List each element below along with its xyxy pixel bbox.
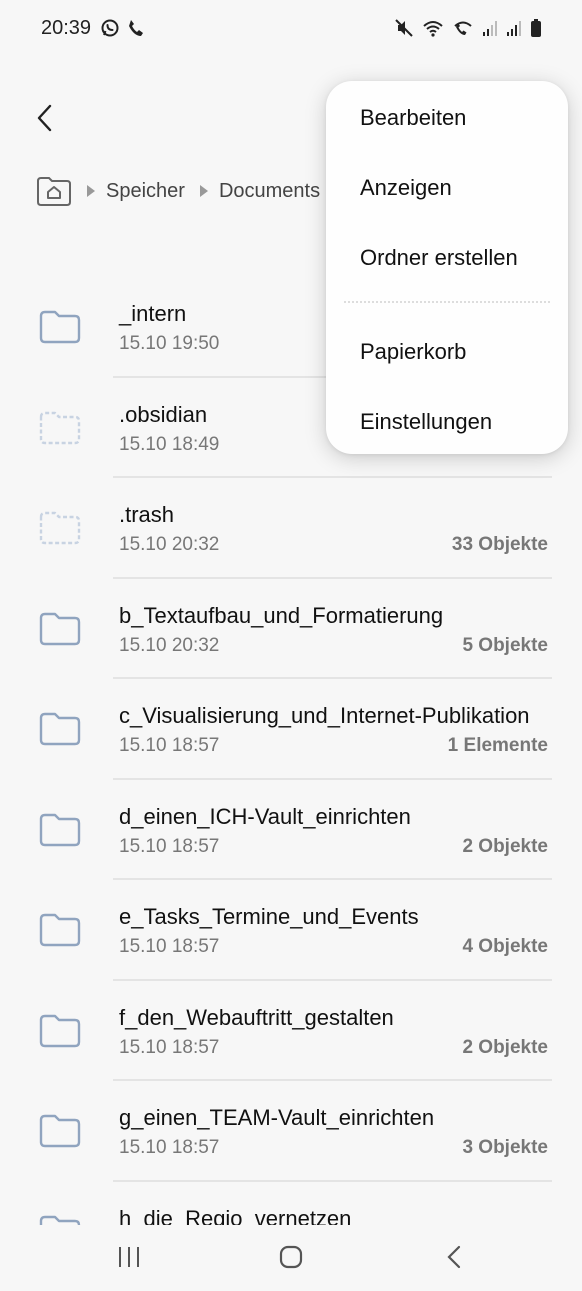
breadcrumb-item-documents[interactable]: Documents — [219, 180, 320, 203]
file-date: 15.10 18:57 — [119, 1036, 220, 1058]
menu-divider — [344, 301, 550, 303]
file-count: 1 Elemente — [447, 735, 548, 756]
signal-icon — [483, 21, 497, 36]
status-bar: 20:39 — [0, 0, 582, 60]
hidden-folder-icon — [39, 411, 81, 444]
file-name: b_Textaufbau_und_Formatierung — [119, 602, 444, 628]
status-icons — [394, 18, 542, 38]
file-name: .obsidian — [119, 401, 208, 427]
status-app-icons — [100, 18, 146, 38]
chevron-left-icon — [37, 104, 52, 132]
breadcrumb-arrow-icon — [87, 185, 95, 197]
folder-icon — [39, 612, 81, 645]
phone-icon — [129, 20, 143, 36]
file-name: g_einen_TEAM-Vault_einrichten — [119, 1105, 435, 1130]
file-name: c_Visualisierung_und_Internet-Publikatio… — [119, 703, 530, 728]
recents-icon[interactable] — [117, 1245, 141, 1269]
menu-item-anzeigen[interactable]: Anzeigen — [360, 175, 452, 201]
file-name: e_Tasks_Termine_und_Events — [119, 904, 419, 929]
home-storage-icon[interactable] — [36, 175, 72, 207]
hidden-folder-icon — [39, 511, 81, 545]
folder-icon — [39, 1014, 81, 1047]
folder-icon — [39, 712, 81, 746]
file-name: _intern — [119, 301, 187, 326]
menu-item-einstellungen[interactable]: Einstellungen — [360, 409, 492, 435]
wifi-calling-icon — [454, 21, 472, 35]
folder-icon — [39, 1215, 81, 1225]
file-count: 2 Objekte — [462, 835, 548, 857]
folder-icon — [39, 813, 81, 846]
list-item[interactable]: h_die_Regio_vernetzen — [0, 1182, 582, 1226]
signal-icon — [507, 21, 521, 36]
back-icon[interactable] — [444, 1245, 466, 1269]
navigation-bar — [0, 1225, 582, 1291]
file-count: 5 Objekte — [462, 634, 548, 656]
list-item[interactable]: .trash 15.10 20:32 33 Objekte — [0, 478, 582, 579]
menu-item-ordner-erstellen[interactable]: Ordner erstellen — [360, 245, 518, 271]
breadcrumb-item-speicher[interactable]: Speicher — [106, 180, 185, 203]
overflow-menu: Bearbeiten Anzeigen Ordner erstellen Pap… — [326, 81, 568, 454]
list-item[interactable]: e_Tasks_Termine_und_Events 15.10 18:57 4… — [0, 880, 582, 981]
breadcrumb: Speicher Documents — [36, 174, 320, 208]
list-item[interactable]: c_Visualisierung_und_Internet-Publikatio… — [0, 679, 582, 780]
file-count: 2 Objekte — [462, 1036, 548, 1058]
file-name: f_den_Webauftritt_gestalten — [119, 1004, 394, 1030]
file-date: 15.10 18:57 — [119, 735, 220, 756]
list-item[interactable]: d_einen_ICH-Vault_einrichten 15.10 18:57… — [0, 780, 582, 880]
file-date: 15.10 18:49 — [119, 433, 220, 455]
file-count: 33 Objekte — [451, 534, 548, 555]
folder-icon — [39, 310, 81, 344]
menu-item-bearbeiten[interactable]: Bearbeiten — [360, 105, 466, 131]
wifi-icon — [423, 21, 443, 37]
file-count: 4 Objekte — [462, 936, 548, 957]
file-date: 15.10 19:50 — [119, 333, 220, 354]
file-date: 15.10 18:57 — [119, 1137, 220, 1158]
whatsapp-icon — [101, 19, 119, 37]
breadcrumb-arrow-icon — [199, 185, 208, 197]
list-item[interactable]: f_den_Webauftritt_gestalten 15.10 18:57 … — [0, 981, 582, 1081]
home-icon[interactable] — [279, 1245, 303, 1269]
file-name: .trash — [119, 502, 175, 527]
menu-item-papierkorb[interactable]: Papierkorb — [360, 339, 466, 365]
list-item[interactable]: g_einen_TEAM-Vault_einrichten 15.10 18:5… — [0, 1081, 582, 1182]
list-item[interactable]: b_Textaufbau_und_Formatierung 15.10 20:3… — [0, 579, 582, 679]
file-name: d_einen_ICH-Vault_einrichten — [119, 803, 411, 829]
file-name: h_die_Regio_vernetzen — [119, 1205, 352, 1226]
folder-icon — [39, 1114, 81, 1148]
file-date: 15.10 20:32 — [119, 634, 220, 656]
battery-icon — [531, 19, 541, 37]
mute-icon — [395, 19, 413, 37]
file-date: 15.10 18:57 — [119, 936, 220, 957]
file-count: 3 Objekte — [462, 1137, 548, 1158]
back-button[interactable] — [28, 100, 64, 136]
file-date: 15.10 18:57 — [119, 835, 220, 857]
status-time: 20:39 — [41, 17, 92, 39]
file-date: 15.10 20:32 — [119, 534, 220, 555]
folder-icon — [39, 913, 81, 947]
